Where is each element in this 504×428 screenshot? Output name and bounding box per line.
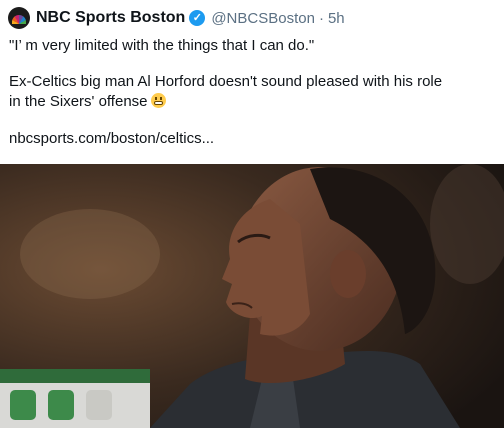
- article-link[interactable]: nbcsports.com/boston/celtics...: [9, 129, 214, 149]
- peacock-logo-icon: [12, 14, 26, 24]
- tweet-quote-line: "I’ m very limited with the things that …: [9, 37, 315, 54]
- tweet-header: NBC Sports Boston ✓ @NBCSBoston · 5h: [8, 6, 345, 30]
- nbc-peacock-avatar-icon[interactable]: [8, 7, 30, 29]
- grimacing-face-icon: [150, 93, 166, 108]
- separator-dot: ·: [318, 9, 324, 27]
- verified-badge-icon: ✓: [189, 10, 206, 26]
- tweet-photo[interactable]: [0, 164, 504, 428]
- tweet-body-line-1: Ex-Celtics big man Al Horford doesn't so…: [9, 73, 443, 90]
- player-photo-icon: [0, 164, 504, 428]
- author-name[interactable]: NBC Sports Boston: [36, 9, 185, 27]
- author-handle[interactable]: @NBCSBoston: [211, 10, 315, 27]
- tweet-body-line-2-wrap: in the Sixers' offense: [9, 92, 166, 112]
- tweet-card[interactable]: NBC Sports Boston ✓ @NBCSBoston · 5h "I’…: [0, 0, 504, 428]
- tweet-timestamp[interactable]: 5h: [328, 10, 345, 27]
- tweet-body-line-2: in the Sixers' offense: [9, 93, 148, 110]
